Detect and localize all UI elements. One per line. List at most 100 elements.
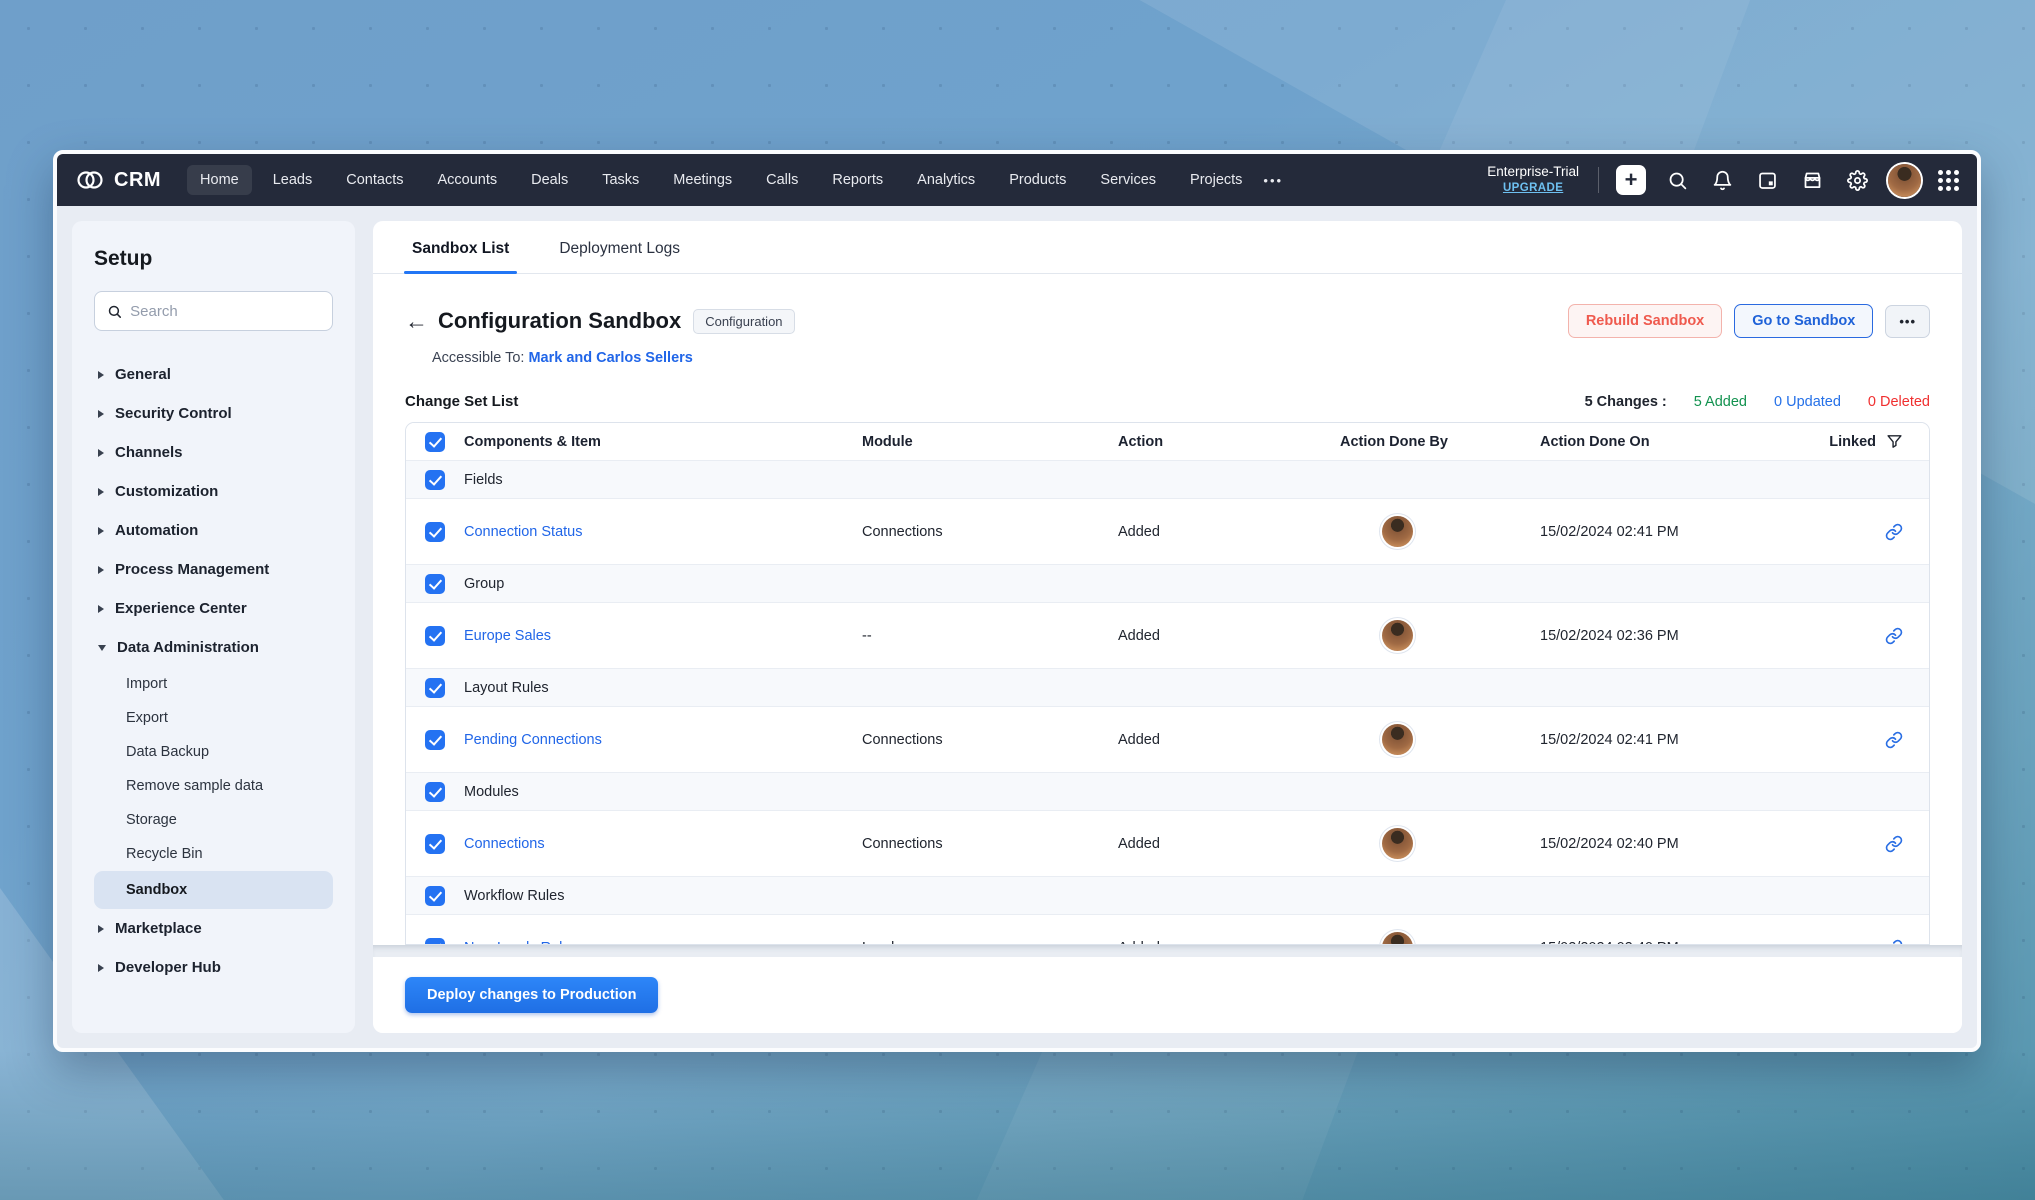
chevron-right-icon[interactable] bbox=[98, 527, 104, 535]
row-checkbox[interactable] bbox=[425, 574, 445, 594]
chevron-right-icon[interactable] bbox=[98, 925, 104, 933]
quick-create-button[interactable]: + bbox=[1616, 165, 1646, 195]
changeset-title: Change Set List bbox=[405, 393, 518, 410]
deploy-changes-button[interactable]: Deploy changes to Production bbox=[405, 977, 658, 1013]
search-icon[interactable] bbox=[1663, 166, 1691, 194]
marketplace-icon[interactable] bbox=[1798, 166, 1826, 194]
sidebar-item-channels[interactable]: Channels bbox=[94, 433, 333, 472]
row-checkbox[interactable] bbox=[425, 782, 445, 802]
sidebar-subitem-recycle-bin[interactable]: Recycle Bin bbox=[94, 837, 333, 871]
nav-item-services[interactable]: Services bbox=[1087, 165, 1169, 195]
page-title: Configuration Sandbox bbox=[438, 308, 681, 334]
table-row: Connection Status Connections Added 15/0… bbox=[406, 499, 1929, 565]
chevron-right-icon[interactable] bbox=[98, 605, 104, 613]
row-checkbox[interactable] bbox=[425, 522, 445, 542]
row-checkbox[interactable] bbox=[425, 834, 445, 854]
component-link[interactable]: Pending Connections bbox=[464, 732, 602, 748]
sidebar-item-customization[interactable]: Customization bbox=[94, 472, 333, 511]
sidebar-subitem-sandbox[interactable]: Sandbox bbox=[94, 871, 333, 909]
nav-item-products[interactable]: Products bbox=[996, 165, 1079, 195]
panel-body: ← Configuration Sandbox Configuration Re… bbox=[373, 274, 1962, 945]
component-link[interactable]: Connections bbox=[464, 836, 545, 852]
sandbox-panel: Sandbox List Deployment Logs ← Configurat… bbox=[373, 221, 1962, 1033]
chevron-right-icon[interactable] bbox=[98, 488, 104, 496]
group-name: Layout Rules bbox=[464, 680, 862, 696]
upgrade-link[interactable]: UPGRADE bbox=[1487, 181, 1579, 195]
sidebar-subitem-storage[interactable]: Storage bbox=[94, 803, 333, 837]
sidebar-subitem-data-backup[interactable]: Data Backup bbox=[94, 735, 333, 769]
row-checkbox[interactable] bbox=[425, 938, 445, 946]
changeset-table: Components & Item Module Action Action D… bbox=[405, 422, 1930, 945]
sidebar-item-process-management[interactable]: Process Management bbox=[94, 550, 333, 589]
chevron-right-icon[interactable] bbox=[98, 566, 104, 574]
nav-more-button[interactable]: ••• bbox=[1255, 166, 1291, 195]
bell-icon[interactable] bbox=[1708, 166, 1736, 194]
sidebar-item-developer-hub[interactable]: Developer Hub bbox=[94, 948, 333, 987]
chevron-right-icon[interactable] bbox=[98, 964, 104, 972]
sidebar-subitem-import[interactable]: Import bbox=[94, 667, 333, 701]
sidebar-subitem-remove-sample-data[interactable]: Remove sample data bbox=[94, 769, 333, 803]
row-checkbox[interactable] bbox=[425, 886, 445, 906]
action-done-on-cell: 15/02/2024 02:36 PM bbox=[1540, 628, 1812, 644]
nav-item-deals[interactable]: Deals bbox=[518, 165, 581, 195]
component-link[interactable]: Europe Sales bbox=[464, 628, 551, 644]
sidebar-item-experience-center[interactable]: Experience Center bbox=[94, 589, 333, 628]
crm-logo[interactable]: CRM bbox=[75, 168, 161, 192]
nav-item-contacts[interactable]: Contacts bbox=[333, 165, 416, 195]
sidebar-search[interactable] bbox=[94, 291, 333, 331]
calendar-icon[interactable] bbox=[1753, 166, 1781, 194]
sidebar-item-security-control[interactable]: Security Control bbox=[94, 394, 333, 433]
action-done-on-cell: 15/02/2024 02:41 PM bbox=[1540, 732, 1812, 748]
nav-item-tasks[interactable]: Tasks bbox=[589, 165, 652, 195]
row-checkbox[interactable] bbox=[425, 730, 445, 750]
table-row: Connections Connections Added 15/02/2024… bbox=[406, 811, 1929, 877]
chevron-right-icon[interactable] bbox=[98, 410, 104, 418]
nav-item-leads[interactable]: Leads bbox=[260, 165, 326, 195]
nav-item-accounts[interactable]: Accounts bbox=[424, 165, 510, 195]
chevron-right-icon[interactable] bbox=[98, 371, 104, 379]
component-link[interactable]: Connection Status bbox=[464, 524, 583, 540]
nav-item-calls[interactable]: Calls bbox=[753, 165, 811, 195]
apps-grid-icon[interactable] bbox=[1938, 170, 1959, 191]
more-actions-button[interactable]: ••• bbox=[1885, 305, 1930, 338]
accessible-label: Accessible To: bbox=[432, 350, 524, 366]
action-done-by-avatar bbox=[1382, 516, 1413, 547]
deploy-bar: Deploy changes to Production bbox=[373, 957, 1962, 1033]
nav-item-projects[interactable]: Projects bbox=[1177, 165, 1255, 195]
nav-item-reports[interactable]: Reports bbox=[819, 165, 896, 195]
tab-sandbox-list[interactable]: Sandbox List bbox=[410, 221, 511, 273]
setup-title: Setup bbox=[94, 247, 333, 271]
linked-chain-icon[interactable] bbox=[1885, 731, 1903, 749]
nav-item-analytics[interactable]: Analytics bbox=[904, 165, 988, 195]
sidebar-subitem-export[interactable]: Export bbox=[94, 701, 333, 735]
row-checkbox[interactable] bbox=[425, 626, 445, 646]
row-checkbox[interactable] bbox=[425, 470, 445, 490]
back-arrow-icon[interactable]: ← bbox=[405, 310, 428, 333]
chevron-down-icon[interactable] bbox=[98, 645, 106, 651]
changeset-counts: 5 Changes : 5 Added 0 Updated 0 Deleted bbox=[1585, 394, 1930, 410]
action-done-on-cell: 15/02/2024 02:40 PM bbox=[1540, 836, 1812, 852]
sidebar-item-general[interactable]: General bbox=[94, 355, 333, 394]
setup-sidebar: Setup GeneralSecurity Control Channels Cus… bbox=[72, 221, 355, 1033]
linked-chain-icon[interactable] bbox=[1885, 627, 1903, 645]
chevron-right-icon[interactable] bbox=[98, 449, 104, 457]
sidebar-item-label: Channels bbox=[115, 444, 183, 461]
linked-chain-icon[interactable] bbox=[1885, 835, 1903, 853]
sidebar-item-marketplace[interactable]: Marketplace bbox=[94, 909, 333, 948]
row-checkbox[interactable] bbox=[425, 678, 445, 698]
tab-deployment-logs[interactable]: Deployment Logs bbox=[557, 221, 682, 273]
sidebar-item-automation[interactable]: Automation bbox=[94, 511, 333, 550]
go-to-sandbox-button[interactable]: Go to Sandbox bbox=[1734, 304, 1873, 338]
nav-item-meetings[interactable]: Meetings bbox=[660, 165, 745, 195]
filter-funnel-icon[interactable] bbox=[1886, 433, 1903, 450]
gear-icon[interactable] bbox=[1843, 166, 1871, 194]
accessible-users-link[interactable]: Mark and Carlos Sellers bbox=[528, 350, 692, 366]
linked-chain-icon[interactable] bbox=[1885, 523, 1903, 541]
rebuild-sandbox-button[interactable]: Rebuild Sandbox bbox=[1568, 304, 1722, 338]
action-done-on-cell: 15/02/2024 02:41 PM bbox=[1540, 524, 1812, 540]
user-avatar[interactable] bbox=[1888, 164, 1921, 197]
nav-item-home[interactable]: Home bbox=[187, 165, 252, 195]
search-input[interactable] bbox=[130, 303, 320, 320]
select-all-checkbox[interactable] bbox=[425, 432, 445, 452]
sidebar-item-data-administration[interactable]: Data Administration bbox=[94, 628, 333, 667]
